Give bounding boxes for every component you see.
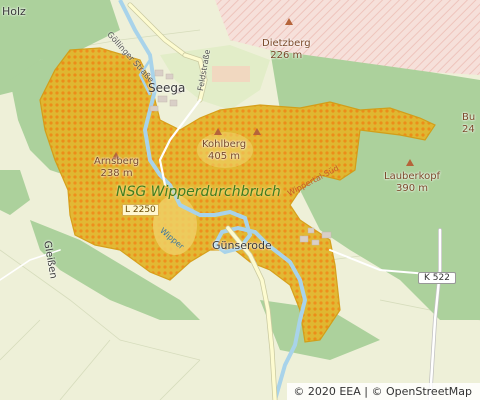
peak-marker-icon (285, 18, 293, 25)
label-nature-reserve: NSG Wipperdurchbruch (116, 184, 281, 200)
map-view[interactable]: Holz Dietzberg 226 m Göllinger Straße Fe… (0, 0, 480, 400)
label-bu: Bu 24 (462, 112, 475, 135)
peak-marker-icon (214, 128, 222, 135)
bu-name: Bu (462, 112, 476, 123)
lauberkopf-elevation: 390 m (396, 182, 429, 194)
label-holz: Holz (2, 5, 26, 18)
kohlberg-elevation: 405 m (208, 150, 241, 162)
kohlberg-name: Kohlberg (202, 139, 247, 150)
label-seega: Seega (148, 81, 186, 95)
label-kohlberg: Kohlberg 405 m (202, 139, 246, 162)
dietzberg-name: Dietzberg (262, 38, 311, 49)
road-shield-k522: K 522 (418, 272, 456, 284)
dietzberg-elevation: 226 m (270, 49, 303, 61)
allotment (212, 66, 250, 82)
arnsberg-name: Arnsberg (94, 156, 140, 167)
map-attribution[interactable]: © 2020 EEA | © OpenStreetMap (287, 383, 480, 400)
label-guenserode: Günserode (212, 239, 272, 252)
label-dietzberg: Dietzberg 226 m (262, 38, 311, 61)
label-lauberkopf: Lauberkopf 390 m (384, 171, 440, 194)
bu-elevation: 24 (462, 123, 475, 135)
label-arnsberg: Arnsberg 238 m (94, 156, 139, 179)
nature-reserve-id: L 2250 (122, 204, 159, 216)
lauberkopf-name: Lauberkopf (384, 171, 441, 182)
peak-marker-icon (253, 128, 261, 135)
arnsberg-elevation: 238 m (100, 167, 133, 179)
peak-marker-icon (406, 159, 414, 166)
